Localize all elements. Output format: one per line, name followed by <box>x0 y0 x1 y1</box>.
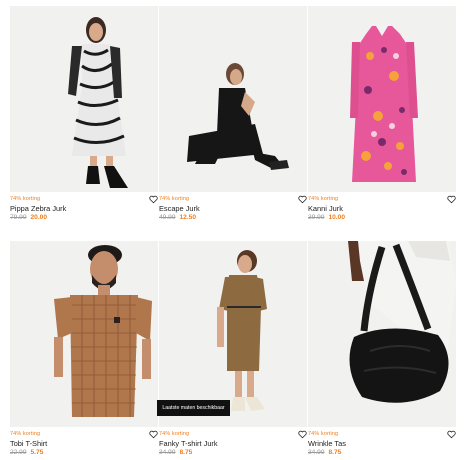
new-price: 10.00 <box>328 214 346 221</box>
heart-outline-icon[interactable] <box>447 195 456 204</box>
product-name[interactable]: Fanky T-shirt Jurk <box>159 439 218 448</box>
heart-outline-icon[interactable] <box>447 430 456 439</box>
old-price: 79.99 <box>10 214 27 221</box>
old-price: 39.99 <box>308 214 325 221</box>
product-name[interactable]: Kanni Jurk <box>308 204 343 213</box>
price-row: 39.99 10.00 <box>308 214 345 221</box>
new-price: 12.50 <box>179 214 197 221</box>
discount-label: 74% korting <box>308 431 339 437</box>
product-name[interactable]: Escape Jurk <box>159 204 200 213</box>
discount-label: 74% korting <box>10 196 41 202</box>
discount-label: 74% korting <box>308 196 339 202</box>
discount-label: 74% korting <box>10 431 41 437</box>
product-image[interactable] <box>308 241 456 427</box>
product-grid: 74% korting Pippa Zebra Jurk 79.99 20.00 … <box>0 0 475 460</box>
new-price: 20.00 <box>30 214 48 221</box>
new-price: 8.75 <box>179 449 193 456</box>
product-name[interactable]: Wrinkle Tas <box>308 439 346 448</box>
price-row: 34.99 8.75 <box>159 449 192 456</box>
price-row: 49.99 12.50 <box>159 214 196 221</box>
new-price: 5.75 <box>30 449 44 456</box>
product-image[interactable] <box>308 6 456 192</box>
price-row: 79.99 20.00 <box>10 214 47 221</box>
old-price: 22.99 <box>10 449 27 456</box>
old-price: 49.99 <box>159 214 176 221</box>
heart-outline-icon[interactable] <box>149 195 158 204</box>
product-image[interactable] <box>10 241 158 427</box>
new-price: 8.75 <box>328 449 342 456</box>
availability-tooltip: Laatste maten beschikbaar <box>157 400 230 416</box>
old-price: 34.99 <box>308 449 325 456</box>
heart-outline-icon[interactable] <box>149 430 158 439</box>
product-image[interactable] <box>159 6 307 192</box>
discount-label: 74% korting <box>159 196 190 202</box>
old-price: 34.99 <box>159 449 176 456</box>
discount-label: 74% korting <box>159 431 190 437</box>
price-row: 34.99 8.75 <box>308 449 341 456</box>
product-name[interactable]: Tobi T-Shirt <box>10 439 47 448</box>
price-row: 22.99 5.75 <box>10 449 43 456</box>
product-name[interactable]: Pippa Zebra Jurk <box>10 204 66 213</box>
heart-outline-icon[interactable] <box>298 195 307 204</box>
product-image[interactable] <box>10 6 158 192</box>
heart-outline-icon[interactable] <box>298 430 307 439</box>
